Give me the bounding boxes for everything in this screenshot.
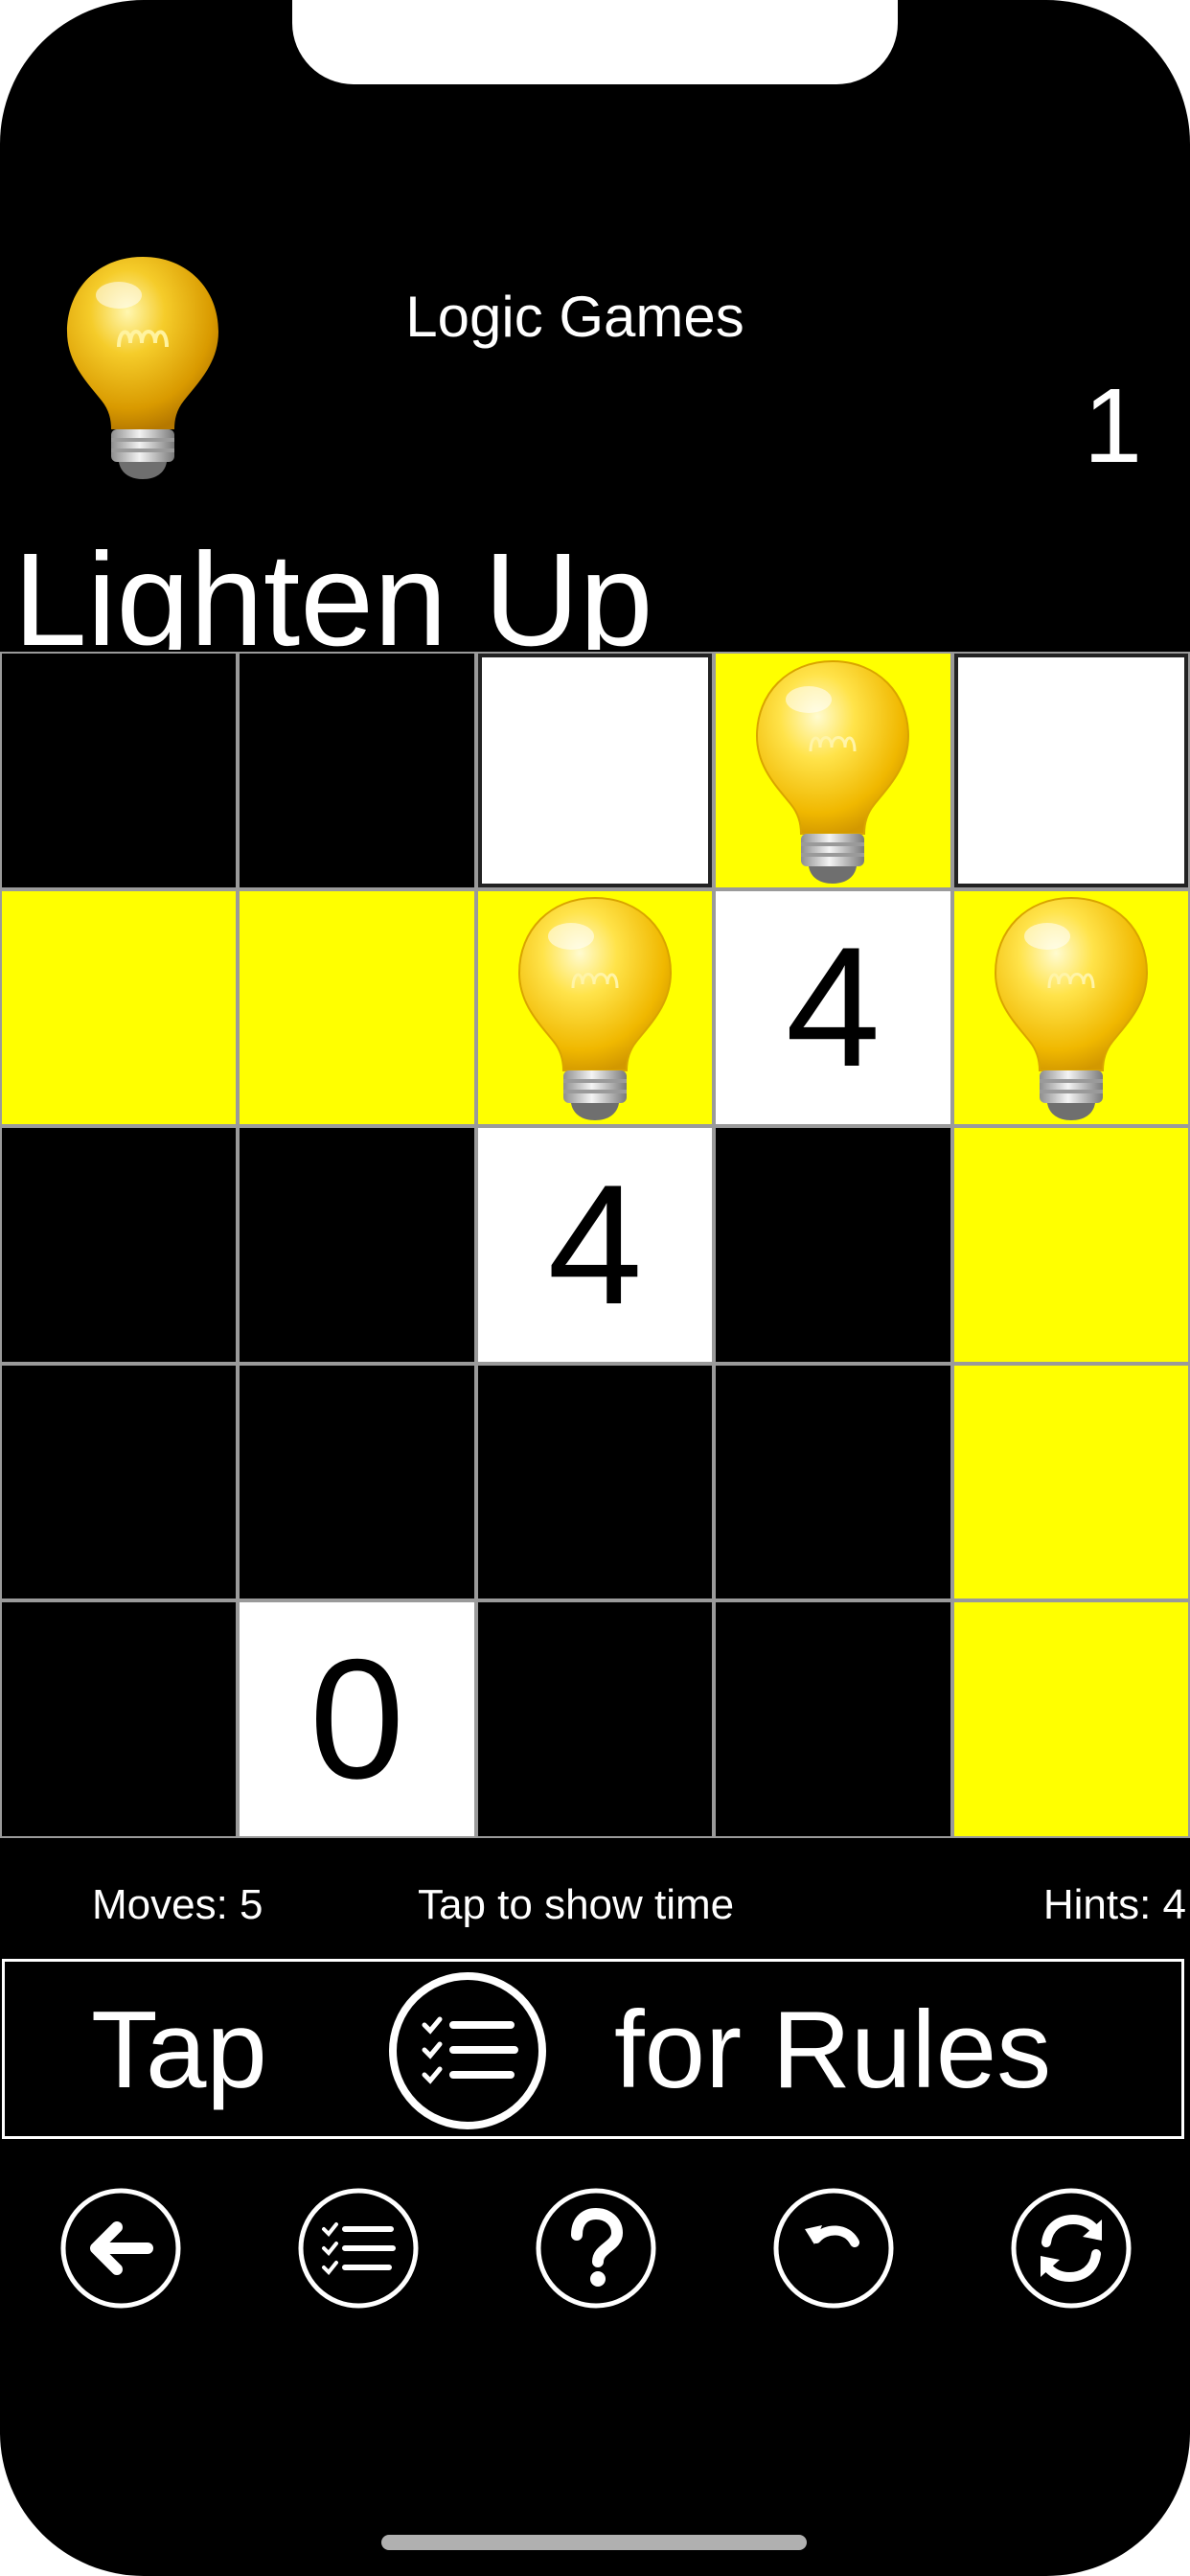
board-cell-r3-c2 xyxy=(238,1126,476,1364)
checklist-icon xyxy=(389,1972,546,2129)
level-number: 1 xyxy=(1083,367,1142,485)
board-cell-r3-c3: 4 xyxy=(475,1126,715,1364)
rules-checklist-button[interactable] xyxy=(297,2187,420,2310)
clue-number: 4 xyxy=(785,911,881,1103)
home-indicator xyxy=(381,2535,807,2550)
status-bar: Moves: 5 Tap to show time Hints: 4 xyxy=(0,1876,1190,1934)
board-cell-r4-c4 xyxy=(714,1363,952,1601)
board-cell-r3-c5[interactable] xyxy=(951,1126,1190,1364)
board-cell-r1-c2 xyxy=(238,652,476,889)
board-cell-r1-c5[interactable] xyxy=(951,652,1190,889)
lightbulb-icon xyxy=(994,897,1148,1121)
board-cell-r4-c5[interactable] xyxy=(951,1363,1190,1601)
lightbulb-icon xyxy=(67,257,218,479)
rules-tap-label: Tap xyxy=(91,1990,267,2111)
lightbulb-icon xyxy=(756,659,910,884)
board-cell-r1-c4[interactable] xyxy=(714,652,952,889)
puzzle-board: 44 0 xyxy=(0,652,1190,1838)
moves-counter: Moves: 5 xyxy=(92,1881,263,1928)
board-cell-r1-c3[interactable] xyxy=(475,652,715,889)
game-screen: Logic Games 1 Lighten Up 44 0 Moves: 5 Ta… xyxy=(0,0,1190,2576)
board-cell-r2-c5[interactable] xyxy=(951,888,1190,1127)
board-cell-r3-c1 xyxy=(0,1126,239,1364)
rules-banner[interactable]: Tap for Rules xyxy=(2,1959,1184,2139)
undo-icon[interactable] xyxy=(772,2187,895,2310)
rules-label: for Rules xyxy=(614,1990,1052,2111)
board-cell-r4-c3 xyxy=(475,1363,715,1601)
board-cell-r2-c1[interactable] xyxy=(0,888,239,1127)
board-cell-r5-c5[interactable] xyxy=(951,1600,1190,1838)
puzzle-title: Lighten Up xyxy=(13,526,653,650)
board-cell-r5-c2: 0 xyxy=(238,1600,476,1838)
timer-toggle[interactable]: Tap to show time xyxy=(418,1876,734,1934)
back-arrow-icon[interactable] xyxy=(59,2187,182,2310)
board-cell-r2-c2[interactable] xyxy=(238,888,476,1127)
clue-number: 0 xyxy=(309,1623,405,1815)
board-cell-r4-c1 xyxy=(0,1363,239,1601)
hints-counter[interactable]: Hints: 4 xyxy=(1043,1876,1186,1934)
board-cell-r2-c3[interactable] xyxy=(475,888,715,1127)
board-cell-r5-c1 xyxy=(0,1600,239,1838)
question-icon[interactable] xyxy=(535,2187,657,2310)
board-cell-r3-c4 xyxy=(714,1126,952,1364)
clue-number: 4 xyxy=(547,1148,643,1340)
board-cell-r5-c3 xyxy=(475,1600,715,1838)
app-title: Logic Games xyxy=(405,285,744,349)
board-cell-r5-c4 xyxy=(714,1600,952,1838)
device-notch xyxy=(292,0,898,84)
board-cell-r4-c2 xyxy=(238,1363,476,1601)
board-cell-r2-c4: 4 xyxy=(714,888,952,1127)
refresh-icon[interactable] xyxy=(1010,2187,1133,2310)
board-cell-r1-c1 xyxy=(0,652,239,889)
lightbulb-icon xyxy=(517,897,672,1121)
